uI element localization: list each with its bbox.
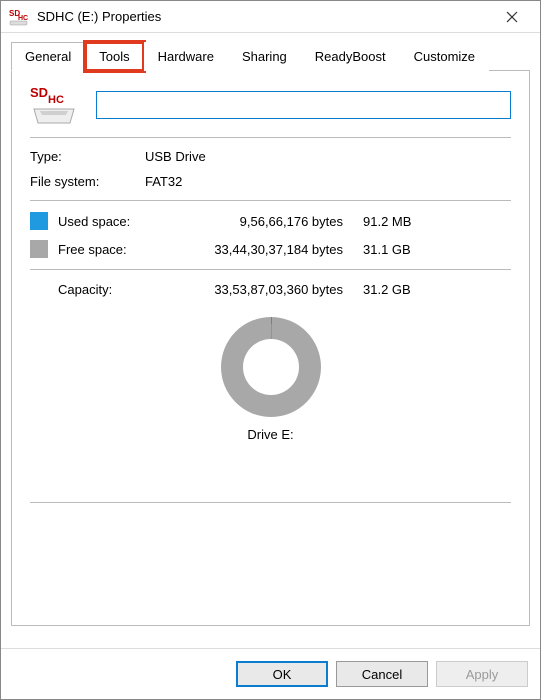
ok-button[interactable]: OK	[236, 661, 328, 687]
capacity-human: 31.2 GB	[363, 282, 453, 297]
free-space-label: Free space:	[58, 242, 163, 257]
window-title: SDHC (E:) Properties	[37, 9, 492, 24]
type-label: Type:	[30, 149, 145, 164]
used-space-bytes: 9,56,66,176 bytes	[163, 214, 363, 229]
tab-label: Hardware	[158, 49, 214, 64]
drive-label-input[interactable]	[96, 91, 511, 119]
drive-sd-icon: SD HC	[30, 85, 78, 125]
type-value: USB Drive	[145, 149, 511, 164]
disk-usage-pie-chart	[221, 317, 321, 417]
divider	[30, 269, 511, 270]
close-icon	[506, 11, 518, 23]
filesystem-label: File system:	[30, 174, 145, 189]
sd-card-icon: SD HC	[9, 7, 29, 27]
tab-label: Customize	[414, 49, 475, 64]
cancel-button[interactable]: Cancel	[336, 661, 428, 687]
drive-caption: Drive E:	[30, 427, 511, 442]
tabpanel-general: SD HC Type: USB Drive File system: FAT32	[11, 71, 530, 626]
divider	[30, 502, 511, 503]
free-space-human: 31.1 GB	[363, 242, 453, 257]
used-space-label: Used space:	[58, 214, 163, 229]
tab-label: Tools	[99, 49, 129, 64]
sd-text: SD	[30, 85, 48, 100]
hc-text: HC	[48, 94, 64, 106]
apply-button[interactable]: Apply	[436, 661, 528, 687]
tab-label: General	[25, 49, 71, 64]
used-space-human: 91.2 MB	[363, 214, 453, 229]
tab-general[interactable]: General	[11, 42, 85, 71]
titlebar: SD HC SDHC (E:) Properties	[1, 1, 540, 33]
close-button[interactable]	[492, 1, 532, 33]
tab-tools[interactable]: Tools	[85, 42, 143, 71]
tab-customize[interactable]: Customize	[400, 42, 489, 71]
filesystem-value: FAT32	[145, 174, 511, 189]
dialog-buttons: OK Cancel Apply	[1, 648, 540, 699]
tab-hardware[interactable]: Hardware	[144, 42, 228, 71]
capacity-bytes: 33,53,87,03,360 bytes	[163, 282, 363, 297]
tab-readyboost[interactable]: ReadyBoost	[301, 42, 400, 71]
free-space-swatch	[30, 240, 48, 258]
free-space-bytes: 33,44,30,37,184 bytes	[163, 242, 363, 257]
tab-strip: General Tools Hardware Sharing ReadyBoos…	[11, 41, 530, 71]
tab-label: Sharing	[242, 49, 287, 64]
tab-label: ReadyBoost	[315, 49, 386, 64]
divider	[30, 200, 511, 201]
capacity-label: Capacity:	[30, 282, 163, 297]
used-space-swatch	[30, 212, 48, 230]
divider	[30, 137, 511, 138]
tab-sharing[interactable]: Sharing	[228, 42, 301, 71]
